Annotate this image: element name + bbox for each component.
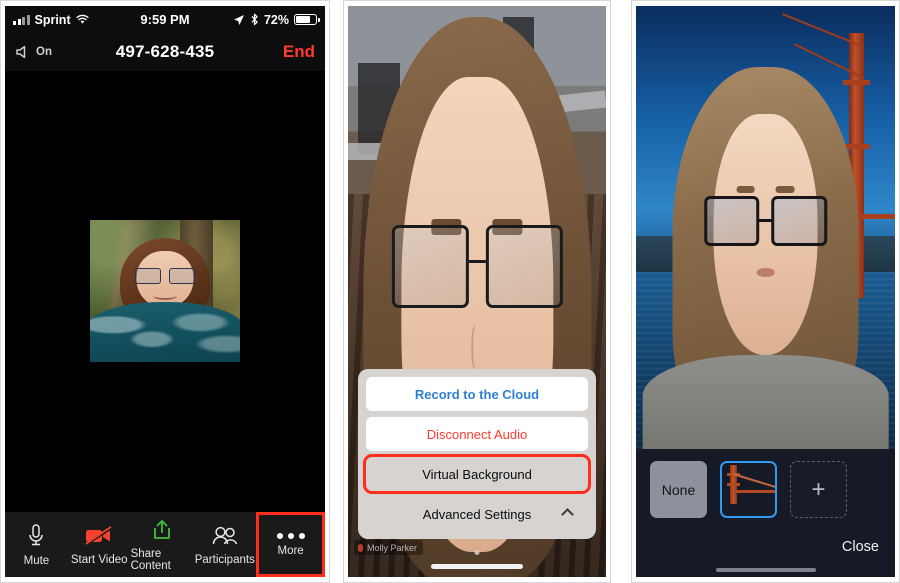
meeting-id-label: 497-628-435: [115, 42, 215, 61]
self-glasses-icon: [391, 225, 563, 309]
vb-glasses-bridge: [758, 219, 773, 222]
three-phone-screenshot-composite: Sprint 9:59 PM 72% On 497-628-435 End Mu…: [0, 0, 900, 583]
phone2-screen: Molly Parker Record to the Cloud Disconn…: [348, 6, 606, 577]
battery-icon: [294, 14, 320, 25]
phone-panel-action-sheet: Molly Parker Record to the Cloud Disconn…: [343, 0, 611, 583]
sheet-label-record-to-cloud: Record to the Cloud: [414, 386, 540, 402]
chevron-up-icon: [561, 508, 574, 521]
vb-tile-none-label: None: [661, 481, 696, 498]
plus-icon: +: [811, 475, 826, 503]
vb-shoulders: [642, 355, 889, 449]
toolbar-item-share-content[interactable]: Share Content: [131, 512, 194, 577]
virtual-background-picker: None + Close: [636, 449, 895, 577]
virtual-background-person: [642, 59, 889, 449]
battery-percent-label: 72%: [263, 12, 289, 27]
self-name-chip: Molly Parker: [354, 540, 424, 555]
virtual-background-video-stage: [636, 6, 895, 449]
home-indicator: [715, 568, 816, 572]
vb-tile-none[interactable]: None: [650, 461, 707, 518]
vb-thumbnail-deck: [731, 489, 775, 493]
self-name-label: Molly Parker: [367, 542, 418, 553]
home-indicator: [431, 564, 523, 569]
photo-smile: [153, 291, 177, 300]
status-bar-right: 72%: [233, 12, 320, 27]
share-icon: [154, 519, 170, 539]
bluetooth-icon: [251, 13, 258, 26]
photo-torso: [90, 302, 240, 362]
sheet-label-disconnect-audio: Disconnect Audio: [426, 426, 528, 442]
sheet-item-record-to-cloud[interactable]: Record to the Cloud: [366, 377, 588, 411]
sheet-item-virtual-background[interactable]: Virtual Background: [363, 454, 591, 494]
toolbar-item-start-video[interactable]: Start Video: [68, 512, 131, 577]
end-meeting-button[interactable]: End: [283, 42, 315, 62]
sheet-item-disconnect-audio[interactable]: Disconnect Audio: [366, 417, 588, 451]
toolbar-item-more[interactable]: More: [256, 512, 325, 577]
vb-brow-right: [775, 186, 795, 194]
toolbar-label-participants: Participants: [194, 553, 255, 566]
toolbar-label-share-content: Share Content: [130, 547, 171, 572]
video-stage: [5, 71, 325, 511]
toolbar-label-more: More: [277, 544, 304, 557]
sheet-item-advanced-settings[interactable]: Advanced Settings: [366, 497, 588, 531]
sheet-label-virtual-background: Virtual Background: [422, 466, 532, 482]
vb-lips: [756, 268, 775, 277]
toolbar-label-start-video: Start Video: [70, 553, 128, 566]
toolbar-label-mute: Mute: [23, 554, 50, 567]
mic-muted-icon: [358, 543, 363, 552]
meeting-toolbar: Mute Start Video Share Content Participa…: [5, 511, 325, 577]
location-arrow-icon: [233, 14, 244, 25]
photo-glasses-icon: [135, 268, 195, 284]
meeting-nav-bar: On 497-628-435 End: [5, 33, 325, 71]
toolbar-item-participants[interactable]: Participants: [193, 512, 256, 577]
toolbar-item-mute[interactable]: Mute: [5, 512, 68, 577]
close-button[interactable]: Close: [842, 539, 879, 555]
virtual-background-tile-list: None +: [650, 461, 881, 518]
vb-brow-left: [736, 186, 756, 194]
vb-tile-golden-gate[interactable]: [720, 461, 777, 518]
phone-panel-virtual-background: None + Close: [631, 0, 900, 583]
participants-icon: [212, 526, 237, 544]
sheet-label-advanced-settings: Advanced Settings: [422, 506, 532, 522]
vb-thumbnail-tower: [727, 465, 741, 505]
more-dots-icon: [276, 532, 305, 539]
page-indicator-dot: [474, 550, 480, 555]
phone-panel-in-meeting: Sprint 9:59 PM 72% On 497-628-435 End Mu…: [0, 0, 330, 583]
microphone-icon: [29, 523, 44, 545]
status-bar: Sprint 9:59 PM 72%: [5, 6, 325, 33]
video-off-icon: [85, 525, 113, 545]
self-nose: [470, 323, 483, 372]
participant-video-tile[interactable]: [90, 220, 240, 362]
phone1-screen: Sprint 9:59 PM 72% On 497-628-435 End Mu…: [5, 6, 325, 577]
more-action-sheet: Record to the Cloud Disconnect Audio Vir…: [358, 369, 596, 539]
vb-tile-add[interactable]: +: [790, 461, 847, 518]
phone3-screen: None + Close: [636, 6, 895, 577]
